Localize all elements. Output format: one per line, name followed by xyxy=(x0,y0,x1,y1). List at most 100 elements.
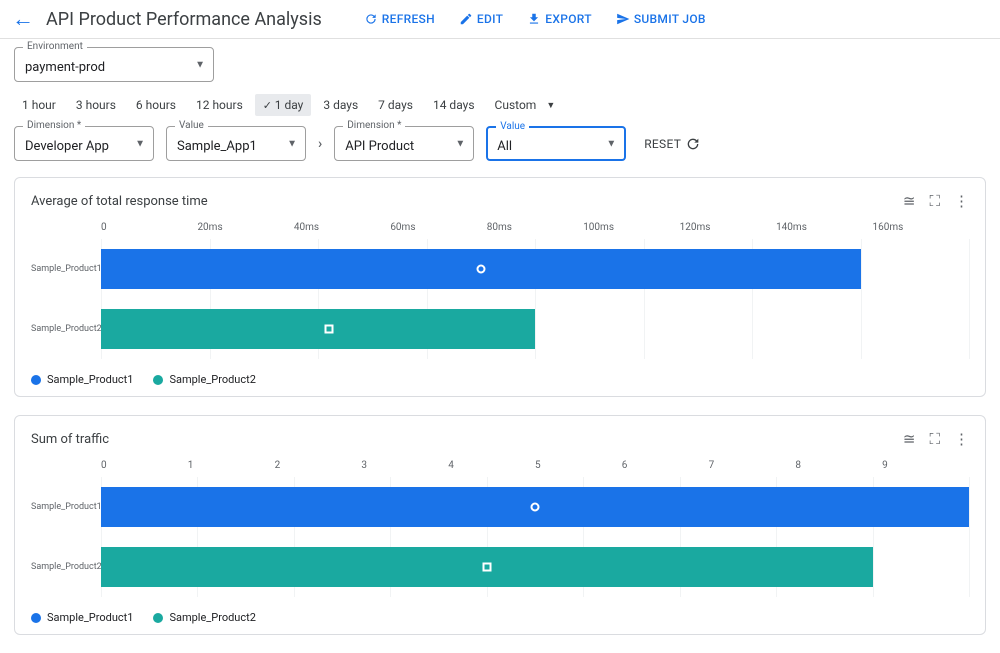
axis-tick: 140ms xyxy=(776,222,872,233)
more-menu-icon[interactable]: ⋮ xyxy=(954,430,969,448)
caret-icon: ▼ xyxy=(606,138,616,149)
circle-marker-icon xyxy=(476,265,485,274)
back-arrow-icon[interactable]: ← xyxy=(12,6,34,32)
legend-label: Sample_Product2 xyxy=(169,611,255,624)
bar-label: Sample_Product1 xyxy=(31,264,101,274)
square-marker-icon xyxy=(482,563,491,572)
bar-label: Sample_Product2 xyxy=(31,562,101,572)
bar-row: Sample_Product1 xyxy=(31,487,969,527)
chart-card-traffic: Sum of traffic ≅ ⛶ ⋮ 0123456789Sample_Pr… xyxy=(14,415,986,635)
filter-row: Dimension * Developer App ▼ Value Sample… xyxy=(0,126,1000,177)
time-option[interactable]: 12 hours xyxy=(188,94,251,116)
axis-tick: 3 xyxy=(361,460,448,471)
submit-label: SUBMIT JOB xyxy=(634,12,706,26)
axis-tick: 9 xyxy=(882,460,969,471)
axis-tick: 80ms xyxy=(487,222,583,233)
chart-area: 0123456789Sample_Product1Sample_Product2 xyxy=(31,460,969,597)
legend-item: Sample_Product2 xyxy=(153,611,255,624)
value2-select[interactable]: Value All ▼ xyxy=(486,126,626,161)
axis-tick: 2 xyxy=(275,460,362,471)
header: ← API Product Performance Analysis REFRE… xyxy=(0,0,1000,39)
legend-item: Sample_Product1 xyxy=(31,611,133,624)
dimension2-select[interactable]: Dimension * API Product ▼ xyxy=(334,126,474,161)
dimension1-value: Developer App xyxy=(25,139,109,154)
axis-tick: 20ms xyxy=(197,222,293,233)
page-title: API Product Performance Analysis xyxy=(46,9,322,30)
value2-value: All xyxy=(497,139,512,154)
legend-toggle-icon[interactable]: ≅ xyxy=(903,192,916,210)
value1-value: Sample_App1 xyxy=(177,139,257,154)
caret-icon: ▼ xyxy=(287,138,297,149)
value1-select[interactable]: Value Sample_App1 ▼ xyxy=(166,126,306,161)
caret-icon: ▼ xyxy=(195,59,205,70)
chart-legend: Sample_Product1 Sample_Product2 xyxy=(31,611,969,624)
fullscreen-icon[interactable]: ⛶ xyxy=(929,192,940,210)
axis-tick: 0 xyxy=(101,222,197,233)
bar-row: Sample_Product2 xyxy=(31,547,969,587)
bar-row: Sample_Product2 xyxy=(31,309,969,349)
reset-icon xyxy=(685,136,701,152)
square-marker-icon xyxy=(324,325,333,334)
bar-label: Sample_Product2 xyxy=(31,324,101,334)
time-option[interactable]: 3 hours xyxy=(68,94,124,116)
refresh-label: REFRESH xyxy=(382,12,435,26)
dimension1-select[interactable]: Dimension * Developer App ▼ xyxy=(14,126,154,161)
swatch-icon xyxy=(153,613,163,623)
reset-label: RESET xyxy=(644,137,681,151)
chart-area: 020ms40ms60ms80ms100ms120ms140ms160msSam… xyxy=(31,222,969,359)
environment-label: Environment xyxy=(23,41,87,52)
bar xyxy=(101,309,535,349)
axis-tick: 6 xyxy=(622,460,709,471)
time-option[interactable]: 14 days xyxy=(425,94,483,116)
dimension2-label: Dimension * xyxy=(343,120,405,131)
swatch-icon xyxy=(31,375,41,385)
card-toolbar: ≅ ⛶ ⋮ xyxy=(903,192,969,210)
legend-item: Sample_Product1 xyxy=(31,373,133,386)
edit-label: EDIT xyxy=(477,12,503,26)
card-toolbar: ≅ ⛶ ⋮ xyxy=(903,430,969,448)
environment-row: Environment payment-prod ▼ xyxy=(0,39,1000,90)
refresh-button[interactable]: REFRESH xyxy=(364,12,435,26)
fullscreen-icon[interactable]: ⛶ xyxy=(929,430,940,448)
axis-tick: 120ms xyxy=(680,222,776,233)
bar-row: Sample_Product1 xyxy=(31,249,969,289)
legend-label: Sample_Product2 xyxy=(169,373,255,386)
chart-title: Sum of traffic xyxy=(31,432,903,447)
more-menu-icon[interactable]: ⋮ xyxy=(954,192,969,210)
axis-tick: 8 xyxy=(795,460,882,471)
value1-label: Value xyxy=(175,120,208,131)
time-option[interactable]: 7 days xyxy=(370,94,421,116)
environment-select[interactable]: Environment payment-prod ▼ xyxy=(14,47,214,82)
download-icon xyxy=(527,12,541,26)
time-option[interactable]: 3 days xyxy=(315,94,366,116)
caret-icon: ▼ xyxy=(546,100,555,111)
reset-button[interactable]: RESET xyxy=(644,136,701,152)
dimension2-value: API Product xyxy=(345,139,414,154)
swatch-icon xyxy=(31,613,41,623)
chart-title: Average of total response time xyxy=(31,194,903,209)
chart-legend: Sample_Product1 Sample_Product2 xyxy=(31,373,969,386)
axis-tick: 40ms xyxy=(294,222,390,233)
axis-tick: 60ms xyxy=(390,222,486,233)
circle-marker-icon xyxy=(531,503,540,512)
time-option[interactable]: 6 hours xyxy=(128,94,184,116)
environment-value: payment-prod xyxy=(25,60,105,75)
time-option[interactable]: 1 hour xyxy=(14,94,64,116)
axis-tick: 0 xyxy=(101,460,188,471)
export-button[interactable]: EXPORT xyxy=(527,12,592,26)
export-label: EXPORT xyxy=(545,12,592,26)
caret-icon: ▼ xyxy=(455,138,465,149)
time-option[interactable]: Custom xyxy=(487,94,545,116)
caret-icon: ▼ xyxy=(135,138,145,149)
legend-item: Sample_Product2 xyxy=(153,373,255,386)
time-option[interactable]: 1 day xyxy=(255,94,312,116)
bar-label: Sample_Product1 xyxy=(31,502,101,512)
dimension1-label: Dimension * xyxy=(23,120,85,131)
edit-button[interactable]: EDIT xyxy=(459,12,503,26)
header-actions: REFRESH EDIT EXPORT SUBMIT JOB xyxy=(364,12,706,26)
pencil-icon xyxy=(459,12,473,26)
card-header: Average of total response time ≅ ⛶ ⋮ xyxy=(31,192,969,210)
submit-job-button[interactable]: SUBMIT JOB xyxy=(616,12,706,26)
legend-toggle-icon[interactable]: ≅ xyxy=(903,430,916,448)
axis-tick: 100ms xyxy=(583,222,679,233)
